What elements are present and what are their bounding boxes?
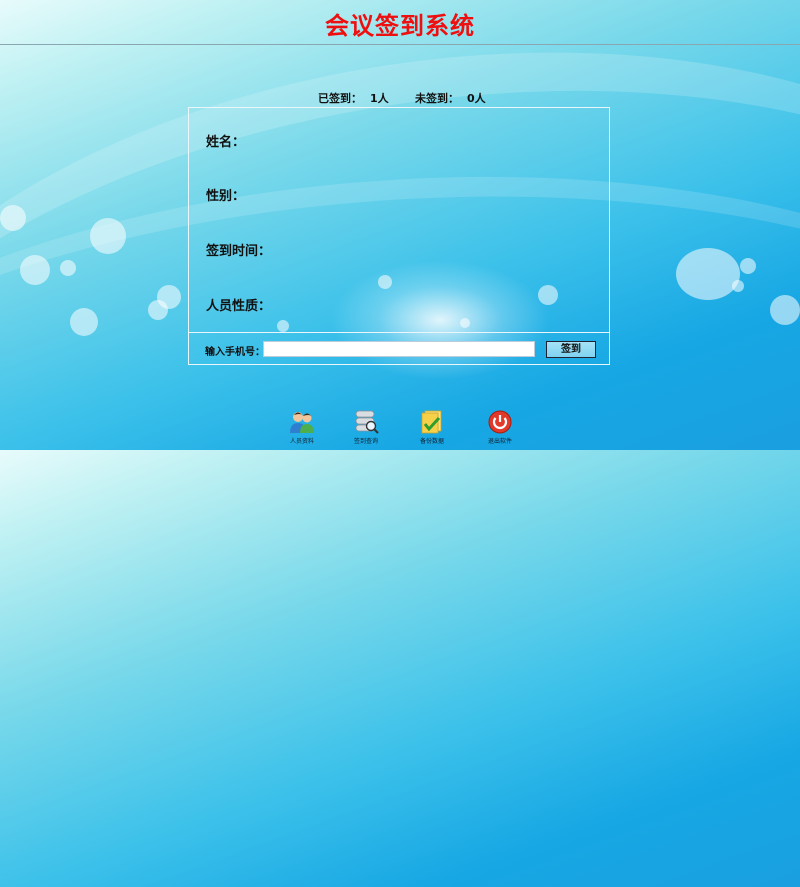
- background-bubble: [20, 255, 50, 285]
- signed-value: 1人: [370, 92, 389, 105]
- app-title: 会议签到系统: [325, 12, 475, 40]
- background-bubble: [70, 308, 98, 336]
- background-bubble: [157, 285, 181, 309]
- unsigned-value: 0人: [467, 92, 486, 105]
- background-bubble: [740, 258, 756, 274]
- name-label: 姓名：: [206, 135, 246, 150]
- signin-button[interactable]: 签到: [546, 341, 596, 358]
- unsigned-label: 未签到：: [415, 92, 459, 105]
- toolbar-backup-button[interactable]: 备份数据: [402, 410, 462, 445]
- signed-count: 已签到： 1人: [318, 90, 389, 106]
- info-panel: [188, 107, 610, 365]
- people-icon: [290, 412, 314, 433]
- signin-time-label: 签到时间：: [206, 244, 272, 259]
- toolbar-label: 备份数据: [419, 438, 444, 445]
- toolbar-query-button[interactable]: 签到查询: [336, 410, 396, 445]
- database-search-icon: [355, 410, 379, 434]
- person-nature-label: 人员性质：: [206, 299, 272, 314]
- toolbar-label: 签到查询: [353, 438, 378, 445]
- header-divider: [0, 44, 800, 45]
- toolbar-label: 退出软件: [487, 438, 512, 445]
- phone-label: 输入手机号：: [205, 347, 265, 358]
- gender-label: 性别：: [206, 189, 246, 204]
- background-bubble: [90, 218, 126, 254]
- background-bubble: [60, 260, 76, 276]
- background-bubble: [676, 248, 740, 300]
- backup-check-icon: [421, 410, 442, 434]
- toolbar-people-button[interactable]: 人员资料: [272, 410, 332, 445]
- background-bubble: [732, 280, 744, 292]
- panel-divider: [188, 332, 610, 333]
- phone-input[interactable]: [263, 341, 535, 357]
- power-icon: [488, 410, 512, 434]
- background-bubble: [0, 205, 26, 231]
- unsigned-count: 未签到： 0人: [415, 90, 486, 106]
- background-bubble: [770, 295, 800, 325]
- toolbar-exit-button[interactable]: 退出软件: [470, 410, 530, 445]
- signed-label: 已签到：: [318, 92, 362, 105]
- toolbar-label: 人员资料: [289, 438, 314, 445]
